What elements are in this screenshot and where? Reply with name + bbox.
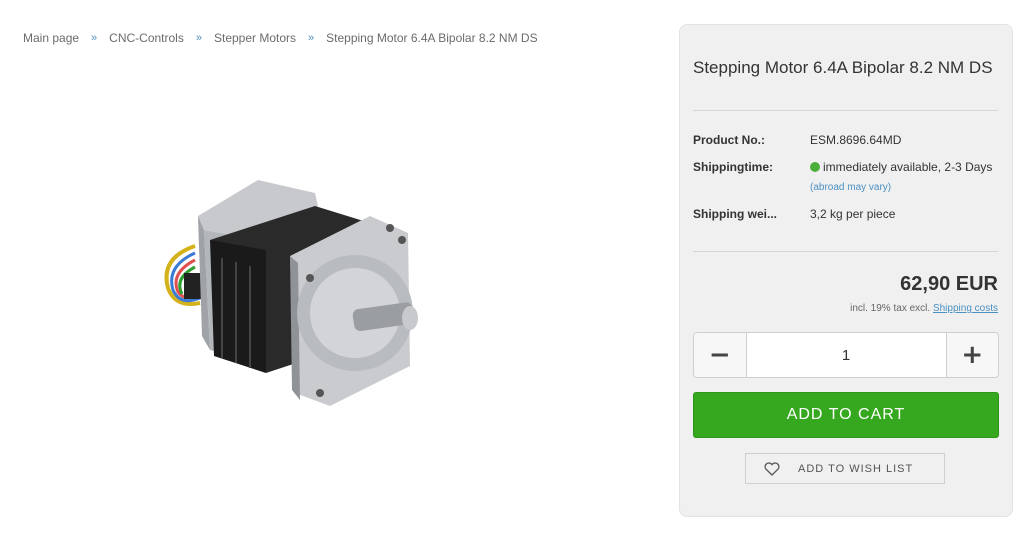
breadcrumb-separator: » xyxy=(91,32,98,44)
shipping-time-text: immediately available, 2-3 Days xyxy=(823,160,993,174)
add-to-wish-list-button[interactable]: ADD TO WISH LIST xyxy=(745,453,945,484)
heart-icon xyxy=(746,461,798,476)
shipping-time-label: Shippingtime: xyxy=(693,160,773,174)
abroad-note: (abroad may vary) xyxy=(810,182,892,193)
quantity-increase-button[interactable]: + xyxy=(945,333,998,377)
product-number-label: Product No.: xyxy=(693,133,765,147)
quantity-decrease-button[interactable]: − xyxy=(694,333,747,377)
shipping-weight-value: 3,2 kg per piece xyxy=(810,207,896,221)
wish-list-label: ADD TO WISH LIST xyxy=(798,462,914,475)
buy-box: Stepping Motor 6.4A Bipolar 8.2 NM DS Pr… xyxy=(679,24,1013,517)
breadcrumb: Main page » CNC-Controls » Stepper Motor… xyxy=(23,31,538,45)
divider xyxy=(693,251,998,252)
quantity-input[interactable] xyxy=(746,333,946,377)
breadcrumb-separator: » xyxy=(308,32,315,44)
breadcrumb-main-page[interactable]: Main page xyxy=(23,31,79,45)
divider xyxy=(693,110,998,111)
stepper-motor-photo xyxy=(164,180,418,406)
product-price: 62,90 EUR xyxy=(900,273,998,295)
tax-text: incl. 19% tax excl. xyxy=(850,303,931,314)
breadcrumb-stepper-motors[interactable]: Stepper Motors xyxy=(214,31,296,45)
availability-dot-icon xyxy=(810,162,820,172)
product-number-value: ESM.8696.64MD xyxy=(810,133,902,147)
breadcrumb-separator: » xyxy=(195,32,202,44)
breadcrumb-current-product[interactable]: Stepping Motor 6.4A Bipolar 8.2 NM DS xyxy=(326,31,537,45)
breadcrumb-cnc-controls[interactable]: CNC-Controls xyxy=(109,31,184,45)
tax-info: incl. 19% tax excl. Shipping costs xyxy=(850,303,998,314)
shipping-weight-label: Shipping wei... xyxy=(693,207,777,221)
quantity-stepper: − + xyxy=(693,332,999,378)
product-image[interactable] xyxy=(140,168,550,418)
product-title: Stepping Motor 6.4A Bipolar 8.2 NM DS xyxy=(693,58,993,77)
shipping-costs-link[interactable]: Shipping costs xyxy=(933,303,998,314)
add-to-cart-button[interactable]: ADD TO CART xyxy=(693,392,999,438)
shipping-time-value: immediately available, 2-3 Days (abroad … xyxy=(810,158,995,197)
